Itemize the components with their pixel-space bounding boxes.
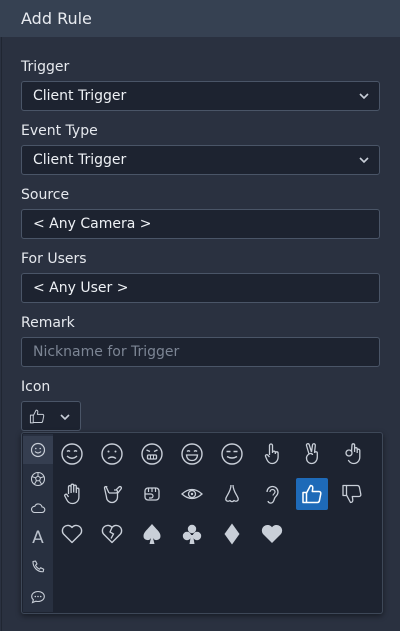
trigger-value: Client Trigger bbox=[33, 88, 127, 104]
icon-label: Icon bbox=[21, 379, 51, 395]
fist-icon[interactable] bbox=[136, 478, 168, 510]
dialog-header: Add Rule bbox=[0, 0, 400, 37]
pointing-up-icon[interactable] bbox=[256, 438, 288, 470]
ok-hand-icon[interactable] bbox=[336, 438, 368, 470]
cloud-icon bbox=[31, 503, 46, 514]
source-label: Source bbox=[21, 187, 70, 203]
smirk-icon[interactable] bbox=[216, 438, 248, 470]
eye-icon[interactable] bbox=[176, 478, 208, 510]
heart-solid-icon[interactable] bbox=[256, 518, 288, 550]
remark-placeholder: Nickname for Trigger bbox=[33, 344, 180, 360]
icon-picker-popup: A bbox=[21, 432, 383, 614]
letter-a-icon: A bbox=[32, 528, 44, 548]
category-sports[interactable] bbox=[23, 465, 53, 493]
heart-outline-icon[interactable] bbox=[56, 518, 88, 550]
source-value: < Any Camera > bbox=[33, 216, 152, 232]
ear-icon[interactable] bbox=[256, 478, 288, 510]
thumbs-up-icon[interactable] bbox=[296, 478, 328, 510]
category-letters[interactable]: A bbox=[23, 524, 53, 552]
frown-icon[interactable] bbox=[96, 438, 128, 470]
chevron-down-icon bbox=[359, 157, 369, 164]
phone-icon bbox=[32, 560, 45, 573]
dialog-title: Add Rule bbox=[21, 9, 92, 28]
grimace-icon[interactable] bbox=[136, 438, 168, 470]
remark-input[interactable]: Nickname for Trigger bbox=[21, 337, 380, 367]
trigger-label: Trigger bbox=[21, 59, 70, 75]
category-smiley[interactable] bbox=[23, 436, 53, 464]
chat-bubble-icon bbox=[31, 590, 45, 604]
smiley-category-icon bbox=[30, 442, 46, 458]
for-users-value: < Any User > bbox=[33, 280, 129, 296]
broken-heart-icon[interactable] bbox=[96, 518, 128, 550]
chevron-down-icon bbox=[60, 414, 70, 421]
club-icon[interactable] bbox=[176, 518, 208, 550]
thumbs-up-icon bbox=[29, 409, 45, 424]
event-type-label: Event Type bbox=[21, 123, 98, 139]
category-weather[interactable] bbox=[23, 494, 53, 522]
nose-icon[interactable] bbox=[216, 478, 248, 510]
category-column: A bbox=[23, 434, 53, 612]
event-type-select[interactable]: Client Trigger bbox=[21, 145, 380, 175]
diamond-icon[interactable] bbox=[216, 518, 248, 550]
source-field[interactable]: < Any Camera > bbox=[21, 209, 380, 239]
victory-hand-icon[interactable] bbox=[296, 438, 328, 470]
chevron-down-icon bbox=[359, 93, 369, 100]
for-users-label: For Users bbox=[21, 251, 87, 267]
category-chat[interactable] bbox=[23, 583, 53, 611]
raised-hand-icon[interactable] bbox=[56, 478, 88, 510]
smile-icon[interactable] bbox=[56, 438, 88, 470]
soccer-ball-icon bbox=[30, 471, 46, 487]
grin-icon[interactable] bbox=[176, 438, 208, 470]
remark-label: Remark bbox=[21, 315, 75, 331]
category-communication[interactable] bbox=[23, 553, 53, 581]
icon-select[interactable] bbox=[21, 401, 81, 431]
trigger-select[interactable]: Client Trigger bbox=[21, 81, 380, 111]
for-users-field[interactable]: < Any User > bbox=[21, 273, 380, 303]
spade-icon[interactable] bbox=[136, 518, 168, 550]
event-type-value: Client Trigger bbox=[33, 152, 127, 168]
call-me-hand-icon[interactable] bbox=[96, 478, 128, 510]
thumbs-down-icon[interactable] bbox=[336, 478, 368, 510]
